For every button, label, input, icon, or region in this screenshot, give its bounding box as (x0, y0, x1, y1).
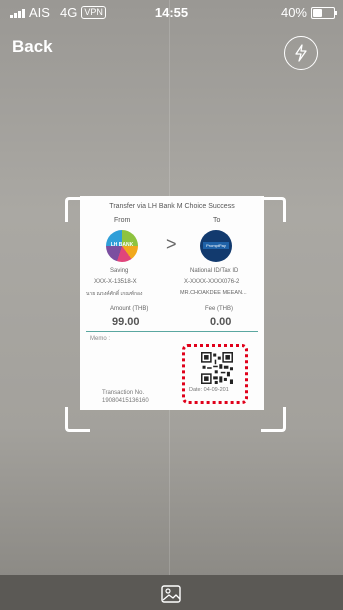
scan-frame-corner-bottom-left (65, 407, 90, 432)
scan-frame-corner-bottom-right (261, 407, 286, 432)
scan-frame-corner-top-right (261, 197, 286, 222)
slip-divider (86, 331, 258, 332)
promptpay-logo: PromptPay (200, 230, 232, 262)
fee-label: Fee (THB) (205, 306, 234, 312)
slip-title: Transfer via LH Bank M Choice Success (109, 203, 235, 210)
scanned-slip: Transfer via LH Bank M Choice Success Fr… (80, 196, 264, 410)
memo-label: Memo : (90, 336, 111, 342)
status-bar: AIS 4G VPN 14:55 40% (0, 0, 343, 24)
to-account-name: MR.CHOAKDEE MEEAN... (180, 290, 247, 296)
flash-button[interactable] (284, 36, 318, 70)
to-account-number: X-XXXX-XXXX076-2 (184, 279, 240, 285)
from-account-number: XXX-X-13518-X (94, 279, 137, 285)
slip-date: Date: 04-09-201 (189, 387, 229, 393)
fee-value: 0.00 (210, 316, 232, 328)
from-label: From (114, 217, 131, 224)
status-right: 40% (280, 5, 337, 20)
qr-highlight: Date: 04-09-201 (182, 344, 248, 404)
amount-label: Amount (THB) (110, 306, 149, 312)
from-account-name: นาย ณรงค์ศักดิ์ เกณฑ์กอง (86, 291, 143, 297)
transaction-label: Transaction No. (102, 390, 145, 396)
back-button[interactable]: Back (12, 37, 53, 57)
qr-code (201, 352, 233, 384)
gallery-button[interactable] (161, 583, 183, 610)
from-account-type: Saving (110, 268, 129, 274)
scan-frame-corner-top-left (65, 197, 90, 222)
chevron-right-icon: > (166, 234, 177, 254)
amount-value: 99.00 (112, 316, 140, 328)
lh-bank-logo: LH BANK (106, 230, 138, 262)
to-account-type: National ID/Tax ID (190, 268, 239, 274)
transaction-value: 19080415136160 (102, 398, 149, 404)
gallery-icon (161, 585, 181, 603)
to-label: To (213, 217, 221, 224)
promptpay-logo-text: PromptPay (203, 242, 229, 249)
lightning-icon (295, 44, 307, 62)
battery-percent: 40% (280, 5, 307, 20)
lh-bank-logo-text: LH BANK (110, 242, 134, 248)
battery-icon (311, 6, 337, 19)
